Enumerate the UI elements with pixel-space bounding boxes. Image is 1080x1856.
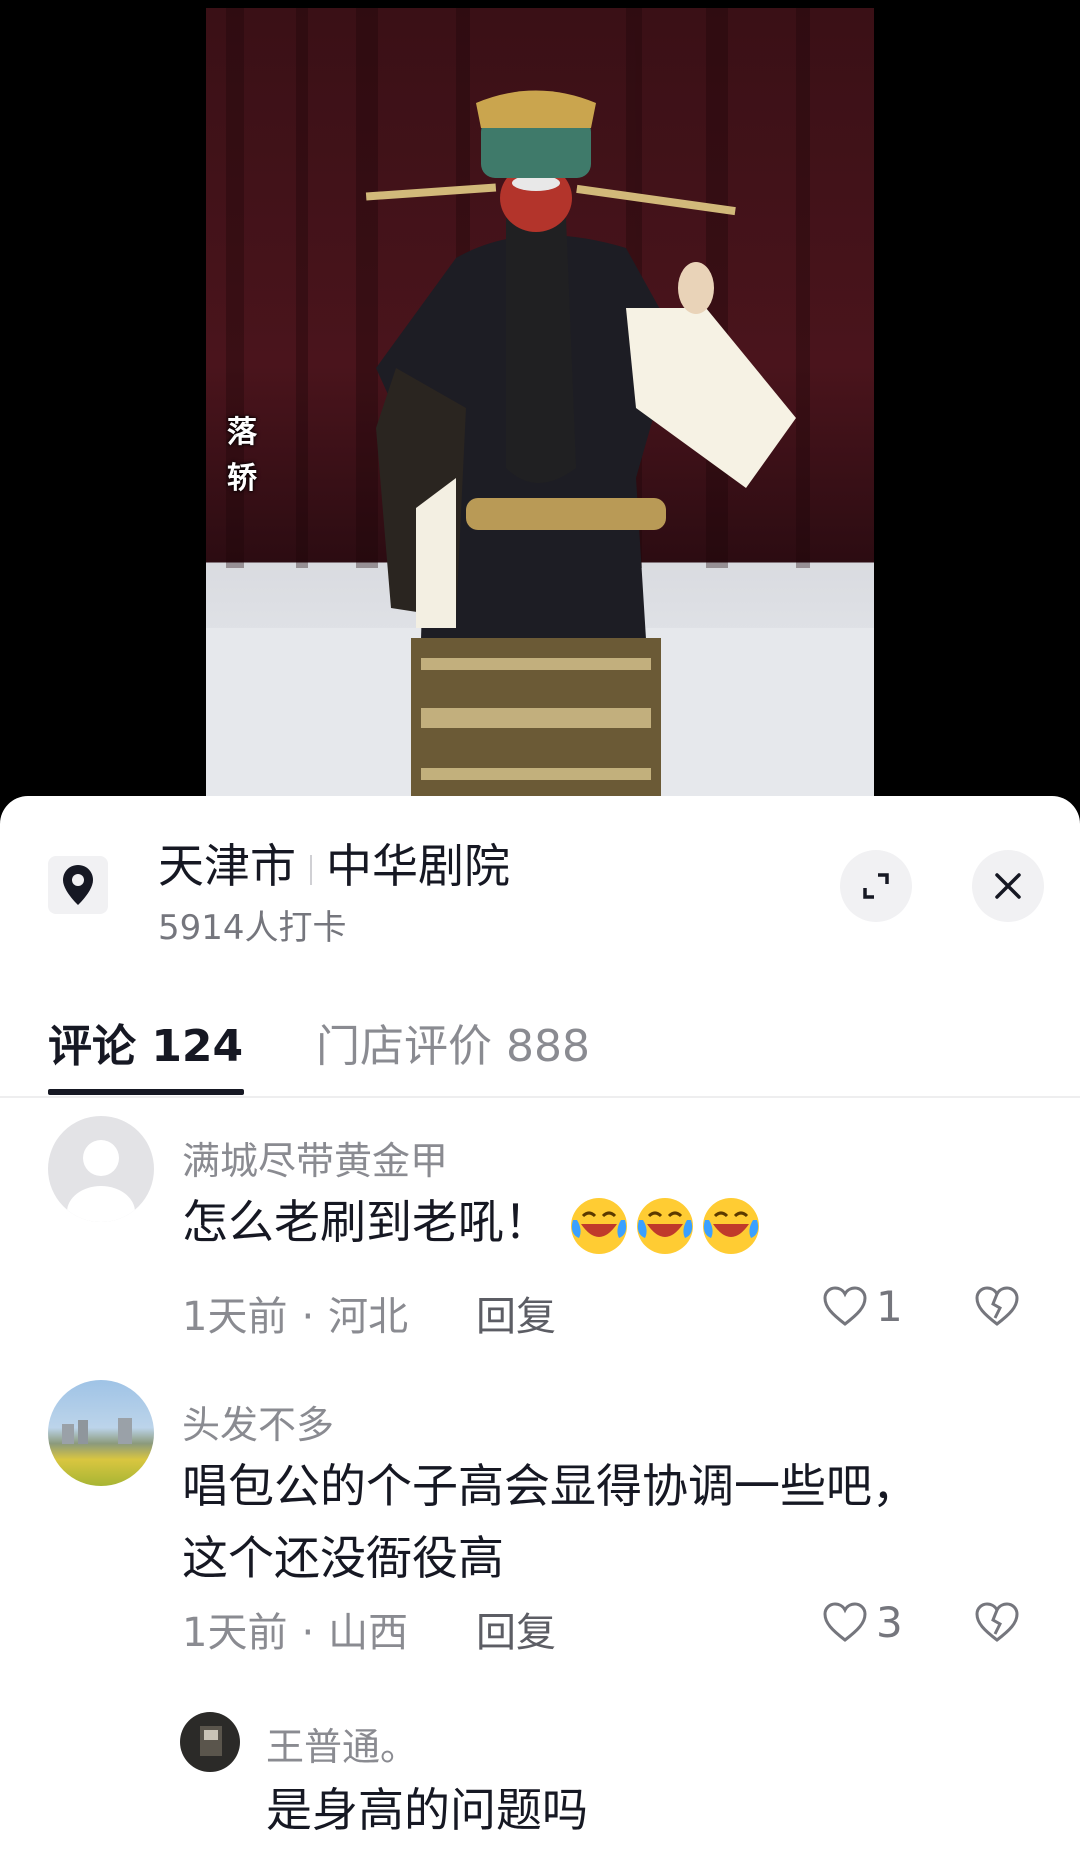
comment-time: 1天前 (182, 1610, 288, 1656)
meta-dot: · (301, 1610, 315, 1656)
map-pin-icon (63, 865, 93, 905)
location-badge[interactable] (48, 856, 108, 914)
like-count: 1 (876, 1282, 903, 1331)
default-avatar-icon (67, 1140, 135, 1222)
landscape-avatar-image (62, 1418, 132, 1444)
expand-button[interactable] (840, 850, 912, 922)
reply-username[interactable]: 王普通。 (266, 1716, 418, 1771)
opera-performer-image (206, 8, 874, 800)
comment-meta: 1天前 · 河北 (182, 1284, 408, 1342)
tab-store-reviews[interactable]: 门店评价 888 (316, 1010, 590, 1074)
close-icon (995, 873, 1021, 899)
emoji-row (565, 1195, 763, 1254)
broken-heart-icon (975, 1286, 1019, 1326)
video-subtitle: 落 轿 (227, 415, 257, 496)
comment-sheet: 天津市 中华剧院 5914人打卡 评论 124 门店评价 888 满城尽带黄金甲 … (0, 796, 1080, 1856)
video-frame (206, 8, 874, 800)
dark-photo-avatar-image (200, 1726, 222, 1756)
comment-username[interactable]: 头发不多 (182, 1394, 334, 1449)
laughing-crying-emoji (570, 1197, 627, 1254)
location-venue: 中华剧院 (326, 839, 510, 893)
reply-button[interactable]: 回复 (476, 1600, 556, 1658)
comment-meta: 1天前 · 山西 (182, 1600, 408, 1658)
meta-dot: · (301, 1294, 315, 1340)
comment-text-content: 怎么老刷到老吼！ (182, 1195, 550, 1249)
expand-icon (863, 873, 889, 899)
location-city: 天津市 (158, 839, 296, 893)
laughing-crying-emoji (636, 1197, 693, 1254)
dislike-button[interactable] (974, 1602, 1020, 1648)
comment-tabs: 评论 124 门店评价 888 (0, 992, 1080, 1098)
tab-comments[interactable]: 评论 124 (48, 1010, 243, 1074)
video-player[interactable]: 落 轿 (0, 0, 1080, 800)
heart-outline-icon (823, 1601, 867, 1642)
checkin-count: 5914人打卡 (158, 908, 347, 948)
comment-region: 河北 (328, 1294, 409, 1340)
comment-text: 唱包公的个子高会显得协调一些吧， 这个还没衙役高 (182, 1459, 918, 1585)
laughing-crying-emoji (702, 1197, 759, 1254)
comment-region: 山西 (328, 1610, 409, 1656)
reply-button[interactable]: 回复 (476, 1284, 556, 1342)
title-divider (310, 854, 312, 885)
close-button[interactable] (972, 850, 1044, 922)
comment-time: 1天前 (182, 1294, 288, 1340)
avatar[interactable] (180, 1712, 240, 1772)
comment-text: 怎么老刷到老吼！ (182, 1186, 1002, 1258)
like-count: 3 (876, 1598, 903, 1647)
avatar[interactable] (48, 1116, 154, 1222)
location-title[interactable]: 天津市 中华剧院 (158, 830, 510, 896)
heart-outline-icon (823, 1285, 867, 1326)
reply-text: 是身高的问题吗 (266, 1783, 588, 1837)
active-tab-indicator (48, 1089, 244, 1095)
dislike-button[interactable] (974, 1286, 1020, 1332)
like-button[interactable]: 3 (822, 1598, 903, 1647)
comment-username[interactable]: 满城尽带黄金甲 (182, 1130, 448, 1185)
broken-heart-icon (975, 1602, 1019, 1642)
like-button[interactable]: 1 (822, 1282, 903, 1331)
avatar[interactable] (48, 1380, 154, 1486)
